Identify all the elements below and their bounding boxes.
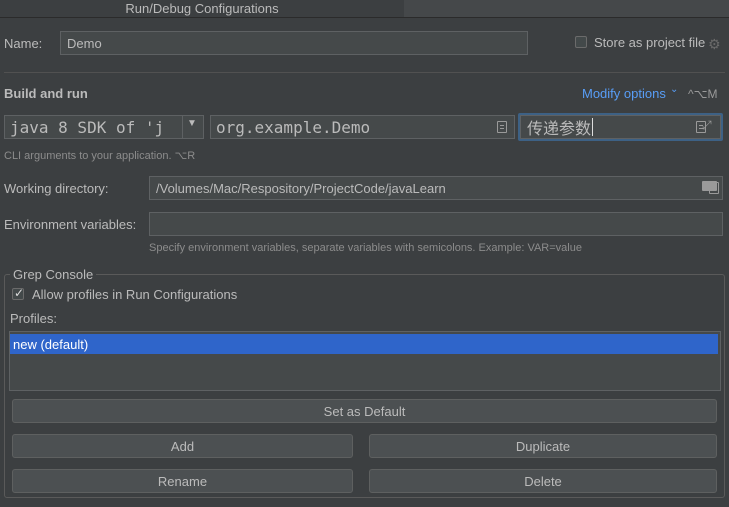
main-class-input[interactable]: org.example.Demo [210,115,515,139]
working-dir-input[interactable]: /Volumes/Mac/Respository/ProjectCode/jav… [149,176,723,200]
add-button[interactable]: Add [12,434,353,458]
cli-hint: CLI arguments to your application. ⌥R [4,150,196,162]
name-input[interactable]: Demo [60,31,528,55]
gear-icon[interactable]: ⚙ [708,37,722,51]
set-default-button[interactable]: Set as Default [12,399,717,423]
dropdown-divider [182,116,183,138]
list-item[interactable]: new (default) [10,334,718,354]
profiles-label: Profiles: [10,311,57,326]
folder-icon[interactable] [702,181,717,191]
maximize-icon[interactable]: ⤢ [702,118,712,133]
duplicate-button[interactable]: Duplicate [369,434,717,458]
window-title: Run/Debug Configurations [125,1,279,16]
sdk-dropdown[interactable]: java 8 SDK of 'j [4,115,204,139]
program-args-input[interactable]: 传递参数 [520,115,721,139]
title-bar-right [404,0,729,17]
delete-button[interactable]: Delete [369,469,717,493]
text-cursor [592,118,594,136]
env-vars-input[interactable] [149,212,723,236]
modify-options-shortcut: ^⌥M [688,87,718,101]
name-label: Name: [4,36,43,51]
store-project-checkbox[interactable] [575,36,587,48]
grep-console-legend: Grep Console [10,267,97,282]
store-project-label[interactable]: Store as project file [594,35,705,50]
sdk-value: java 8 SDK of 'j [10,117,165,137]
rename-button[interactable]: Rename [12,469,353,493]
env-vars-label: Environment variables: [4,217,137,232]
working-dir-label: Working directory: [4,181,109,196]
allow-profiles-label[interactable]: Allow profiles in Run Configurations [32,287,237,302]
separator [4,72,725,73]
browse-class-icon[interactable] [497,121,507,133]
allow-profiles-checkbox[interactable] [12,286,24,300]
main-class-value: org.example.Demo [216,117,371,137]
env-vars-hint: Specify environment variables, separate … [149,242,582,254]
dropdown-arrow-icon[interactable]: ▼ [187,118,197,129]
chevron-down-icon[interactable]: ⌄ [670,84,678,95]
build-run-heading: Build and run [4,86,88,101]
program-args-value: 传递参数 [527,121,592,138]
modify-options-link[interactable]: Modify options [582,86,666,101]
